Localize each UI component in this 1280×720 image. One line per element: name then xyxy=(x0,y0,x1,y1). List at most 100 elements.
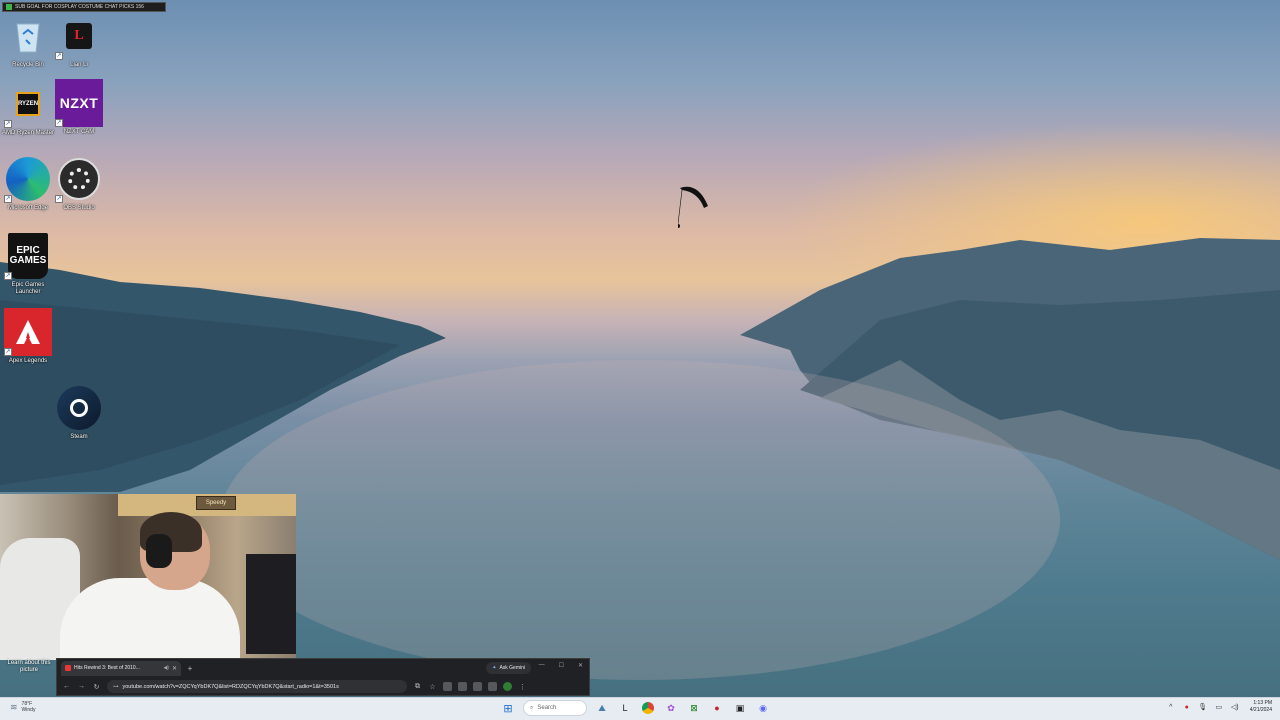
network-icon[interactable]: ▭ xyxy=(1214,703,1224,711)
site-info-icon[interactable]: ⊶ xyxy=(113,684,119,690)
desktop-icon-lian-li[interactable]: L ↗ Lian Li xyxy=(51,12,107,69)
extension-icon[interactable] xyxy=(473,682,482,691)
shortcut-arrow-icon: ↗ xyxy=(55,119,63,127)
chrome-tab-title: Hits Rewind 3: Best of 2010... xyxy=(74,665,140,671)
desktop-icon-label: Lian Li xyxy=(70,62,88,68)
tray-overflow-icon[interactable]: ^ xyxy=(1166,704,1176,711)
youtube-favicon-icon xyxy=(65,665,71,671)
desktop-icon-epic-games[interactable]: EPIC GAMES ↗ Epic Games Launcher xyxy=(0,232,56,296)
desktop-icon-label: Apex Legends xyxy=(8,358,48,364)
shortcut-arrow-icon: ↗ xyxy=(55,52,63,60)
ask-gemini-button[interactable]: ✦ Ask Gemini xyxy=(486,662,531,674)
desktop-icon-label: OBS Studio xyxy=(63,205,95,211)
desktop-icon-microsoft-edge[interactable]: ↗ Microsoft Edge xyxy=(0,155,56,212)
record-indicator-icon xyxy=(6,4,12,10)
xbox-icon[interactable]: ⊠ xyxy=(686,700,702,716)
desktop-icon-apex-legends[interactable]: ↗ Apex Legends xyxy=(0,308,56,365)
microphone-icon[interactable]: 🎙 xyxy=(1198,703,1208,711)
chrome-icon[interactable] xyxy=(640,700,656,716)
desktop-icon-label: Steam xyxy=(70,434,88,440)
system-tray: ^ ● 🎙 ▭ ◁) 1:13 PM 4/21/2024 xyxy=(1166,700,1272,714)
desktop-icon-label: Recycle Bin xyxy=(12,62,44,68)
app-icon-dark[interactable]: ▣ xyxy=(732,700,748,716)
search-icon: ⌕ xyxy=(530,704,534,711)
edge-icon: ↗ xyxy=(4,155,52,203)
chrome-toolbar: ← → ↻ ⊶ youtube.com/watch?v=ZQCYqYbDK7Q&… xyxy=(57,677,589,696)
chrome-menu-icon[interactable]: ⋮ xyxy=(518,683,527,691)
app-icon-red[interactable]: ● xyxy=(709,700,725,716)
file-explorer-icon[interactable]: L xyxy=(617,700,633,716)
ask-gemini-label: Ask Gemini xyxy=(499,665,525,671)
desktop-icon-ryzen-master[interactable]: RYZEN ↗ AMD Ryzen Master xyxy=(0,80,56,137)
taskbar-search-box[interactable]: ⌕ Search xyxy=(523,700,587,716)
taskbar-apps: ⊞ ⌕ Search ⛰ L ✿ ⊠ ● ▣ ◉ xyxy=(500,700,771,716)
speaker-volume-icon[interactable]: ◁) xyxy=(1230,703,1240,711)
copilot-icon[interactable]: ✿ xyxy=(663,700,679,716)
clock-date: 4/21/2024 xyxy=(1249,707,1272,713)
wind-icon: ≋ xyxy=(10,701,18,712)
shortcut-arrow-icon: ↗ xyxy=(4,195,12,203)
shortcut-arrow-icon: ↗ xyxy=(55,195,63,203)
nzxt-icon: NZXT ↗ xyxy=(55,79,103,127)
address-bar[interactable]: ⊶ youtube.com/watch?v=ZQCYqYbDK7Q&list=R… xyxy=(107,680,407,693)
reload-icon[interactable]: ↻ xyxy=(92,683,101,691)
obs-icon: ↗ xyxy=(55,155,103,203)
profile-avatar-icon[interactable] xyxy=(503,682,512,691)
bookmark-star-icon[interactable]: ☆ xyxy=(428,683,437,691)
shortcut-arrow-icon: ↗ xyxy=(4,272,12,280)
discord-icon[interactable]: ◉ xyxy=(755,700,771,716)
learn-about-picture-link[interactable]: Learn about this picture xyxy=(0,660,58,678)
start-windows-icon[interactable]: ⊞ xyxy=(500,700,516,716)
taskbar-search-placeholder: Search xyxy=(537,705,557,711)
desktop-icon-label: Microsoft Edge xyxy=(7,205,49,211)
clock-time: 1:13 PM xyxy=(1253,700,1272,706)
recycle-bin-icon xyxy=(4,12,52,60)
taskbar: ≋ 78°F Windy ⊞ ⌕ Search ⛰ L ✿ ⊠ ● ▣ ◉ ^ … xyxy=(0,697,1280,720)
tray-app-icon[interactable]: ● xyxy=(1182,704,1192,711)
steam-icon xyxy=(55,384,103,432)
webcam-monitor xyxy=(246,554,296,654)
extension-icon[interactable] xyxy=(443,682,452,691)
chrome-tab-youtube[interactable]: Hits Rewind 3: Best of 2010... ◀) ✕ xyxy=(61,660,181,676)
gemini-sparkle-icon: ✦ xyxy=(492,665,497,671)
chrome-tab-bar: Hits Rewind 3: Best of 2010... ◀) ✕ + ✦ … xyxy=(57,659,589,677)
recording-banner: SUB GOAL FOR COSPLAY COSTUME CHAT PICKS … xyxy=(2,2,166,12)
desktop-icon-label: NZXT CAM xyxy=(63,129,95,135)
minimize-icon[interactable]: — xyxy=(539,662,545,669)
close-tab-icon[interactable]: ✕ xyxy=(172,665,177,672)
chrome-window[interactable]: Hits Rewind 3: Best of 2010... ◀) ✕ + ✦ … xyxy=(56,658,590,696)
address-bar-url: youtube.com/watch?v=ZQCYqYbDK7Q&list=RDZ… xyxy=(122,683,339,690)
extension-icon[interactable] xyxy=(488,682,497,691)
recording-banner-text: SUB GOAL FOR COSPLAY COSTUME CHAT PICKS … xyxy=(15,4,144,10)
webcam-person-body xyxy=(60,578,240,660)
desktop-icon-obs-studio[interactable]: ↗ OBS Studio xyxy=(51,155,107,212)
shortcut-arrow-icon: ↗ xyxy=(4,348,12,356)
epic-games-icon: EPIC GAMES ↗ xyxy=(4,232,52,280)
nzxt-logo-text: NZXT xyxy=(59,95,99,111)
webcam-sign: Speedy xyxy=(196,496,236,510)
extensions-puzzle-icon[interactable] xyxy=(458,682,467,691)
forward-arrow-icon[interactable]: → xyxy=(77,683,86,690)
webcam-overlay: Speedy xyxy=(0,494,296,660)
back-arrow-icon[interactable]: ← xyxy=(62,683,71,690)
window-controls: — ☐ ✕ xyxy=(539,662,583,669)
maximize-icon[interactable]: ☐ xyxy=(559,662,564,669)
weather-widget[interactable]: ≋ 78°F Windy xyxy=(10,701,35,713)
shortcut-arrow-icon: ↗ xyxy=(4,120,12,128)
desktop-icon-steam[interactable]: Steam xyxy=(51,384,107,441)
close-window-icon[interactable]: ✕ xyxy=(578,662,583,669)
speaker-icon[interactable]: ◀) xyxy=(163,665,169,671)
l-connect-icon: L ↗ xyxy=(55,12,103,60)
paraglider-silhouette xyxy=(678,186,708,228)
epic-logo-text: EPIC GAMES xyxy=(8,233,48,279)
new-tab-button[interactable]: + xyxy=(185,664,195,673)
widgets-icon[interactable]: ⛰ xyxy=(594,700,610,716)
weather-desc: Windy xyxy=(21,707,36,713)
desktop-icon-nzxt-cam[interactable]: NZXT ↗ NZXT CAM xyxy=(51,79,107,136)
desktop-icon-recycle-bin[interactable]: Recycle Bin xyxy=(0,12,56,69)
install-app-icon[interactable]: ⧉ xyxy=(413,683,422,691)
apex-icon: ↗ xyxy=(4,308,52,356)
desktop-icon-label: Epic Games Launcher xyxy=(11,282,45,295)
ryzen-icon: RYZEN ↗ xyxy=(4,80,52,128)
taskbar-clock[interactable]: 1:13 PM 4/21/2024 xyxy=(1250,700,1272,714)
